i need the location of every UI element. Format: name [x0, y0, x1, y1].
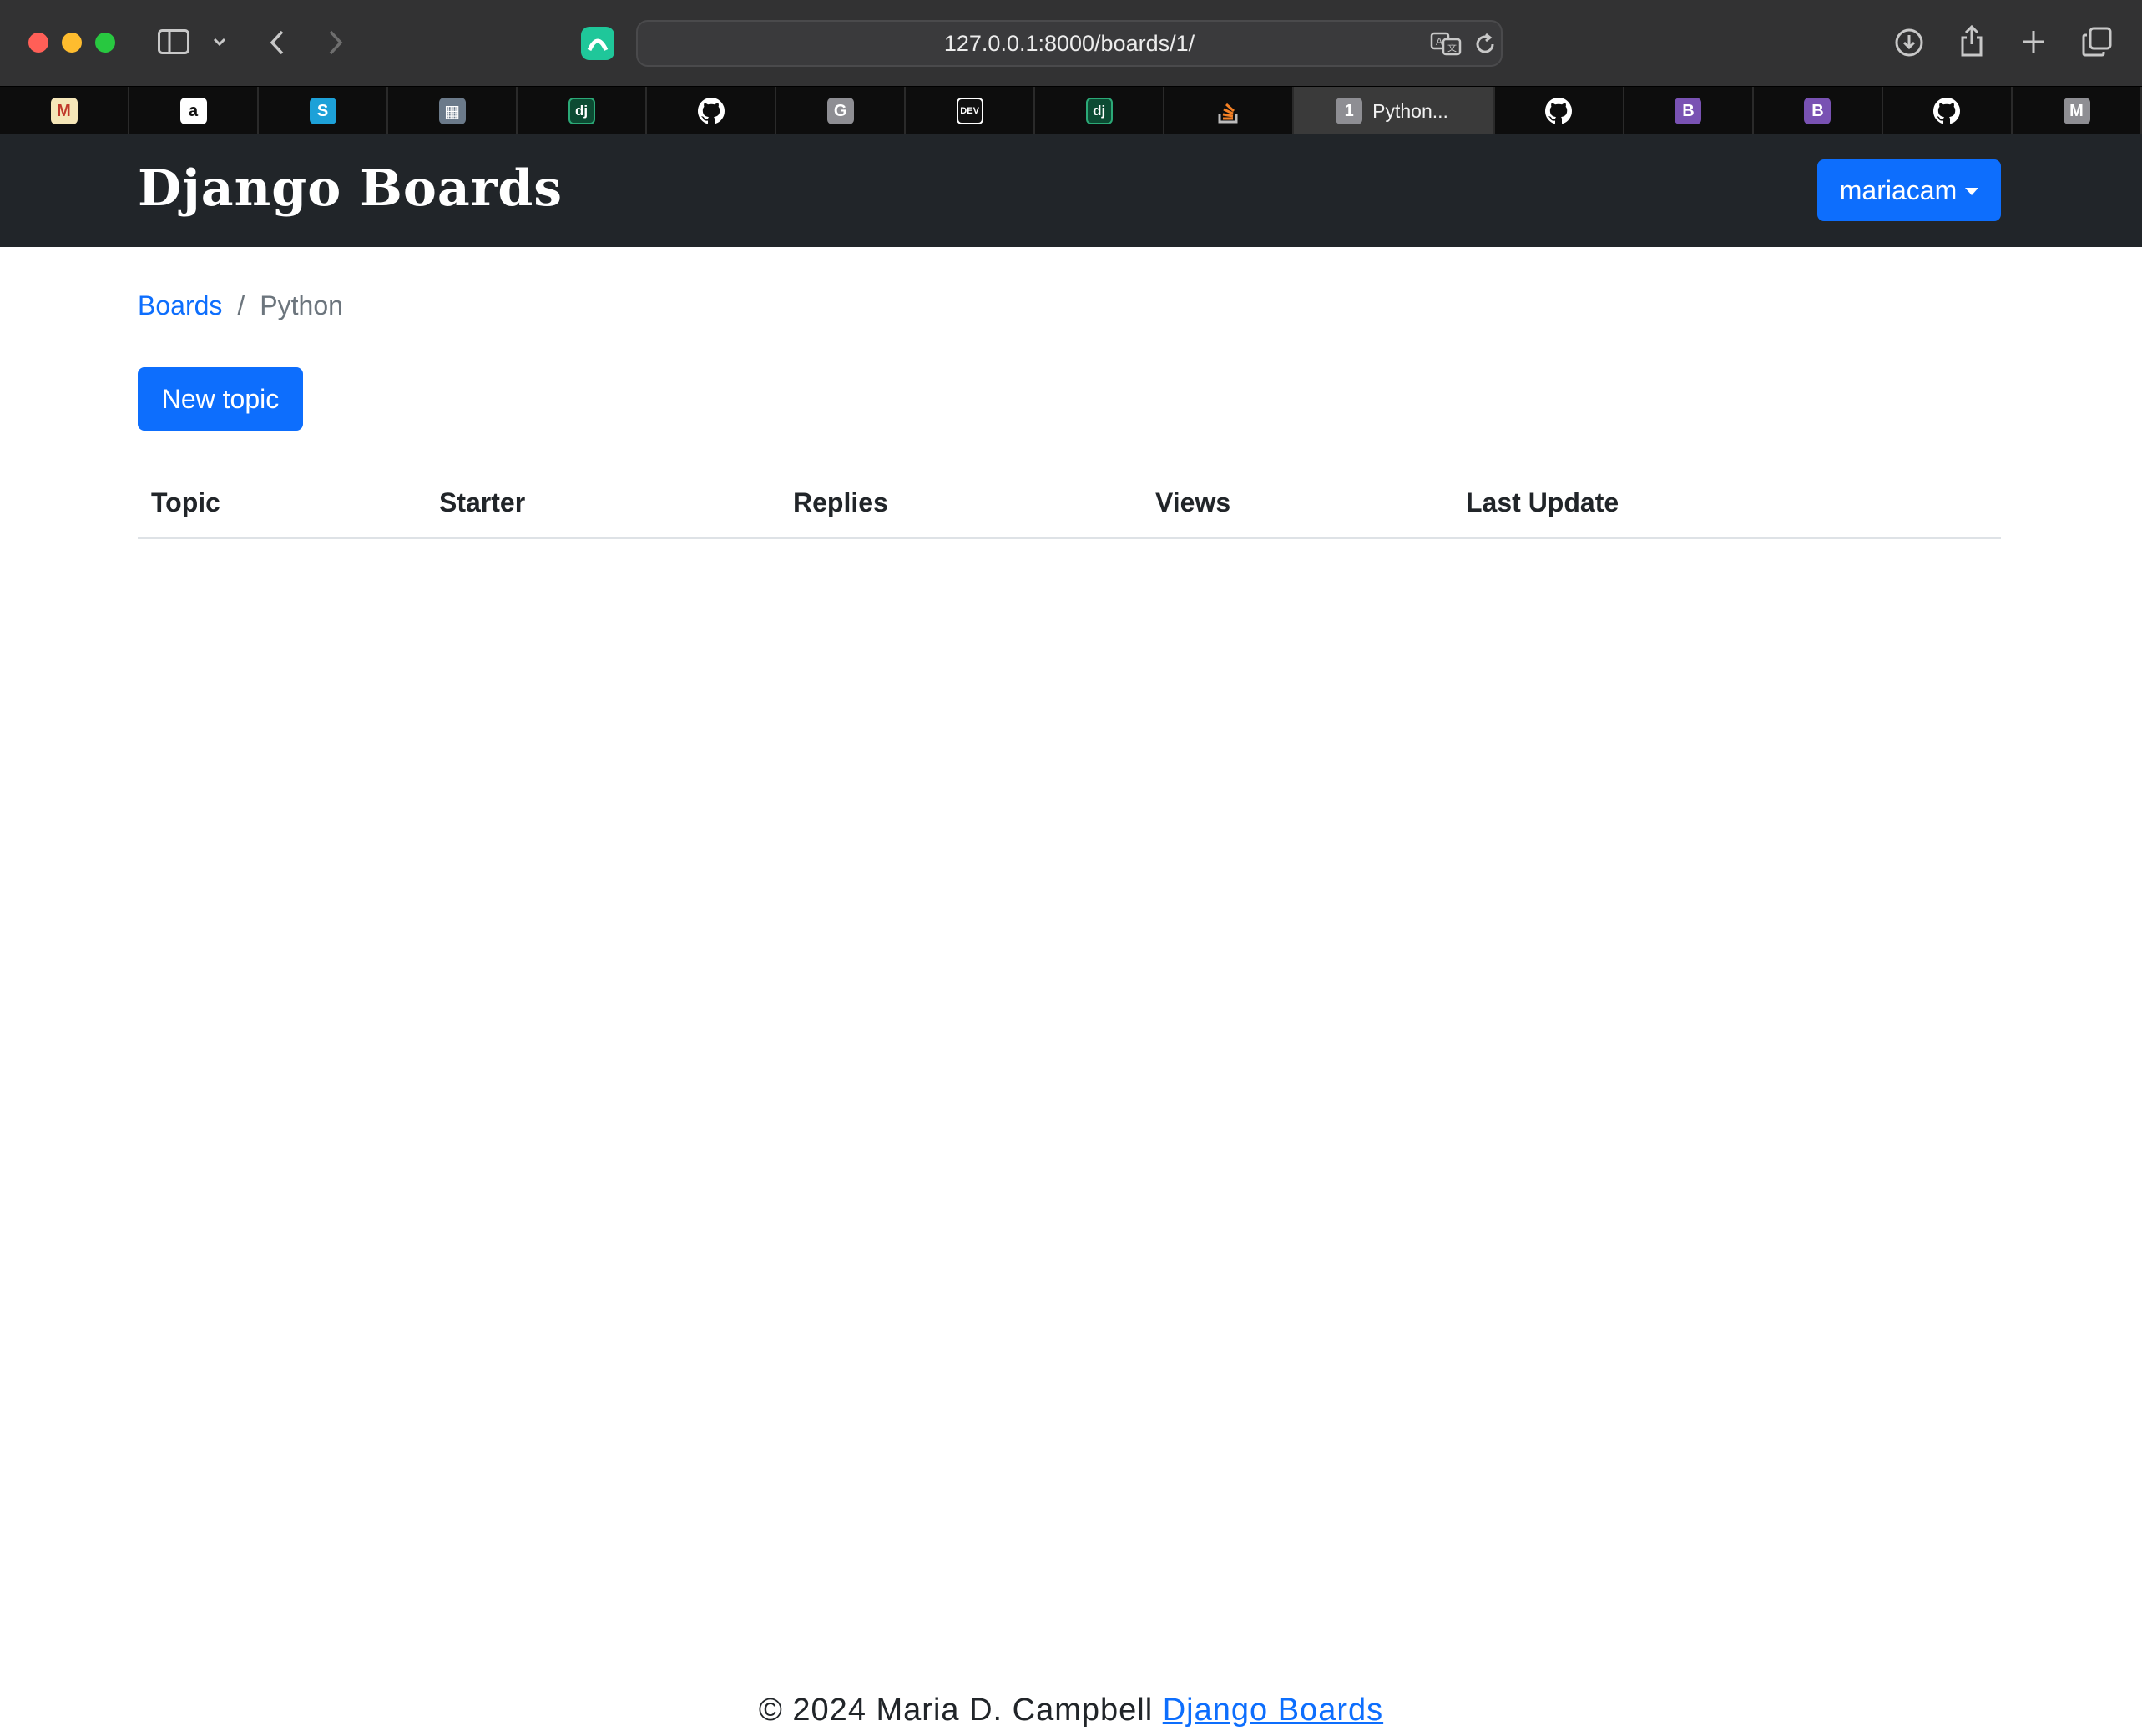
download-icon[interactable]	[1893, 27, 1925, 58]
translate-icon[interactable]: A文	[1429, 30, 1463, 57]
browser-tab-1[interactable]: M	[0, 87, 130, 135]
site-navbar: Django Boards mariacam	[0, 134, 2142, 247]
svg-text:文: 文	[1447, 42, 1457, 53]
browser-tab-4[interactable]: ▦	[388, 87, 518, 135]
topics-table-header: Topic Starter Replies Views Last Update	[138, 476, 2001, 539]
github-icon	[1933, 98, 1961, 124]
new-tab-icon[interactable]	[2018, 27, 2049, 57]
brand-logo[interactable]: Django Boards	[138, 159, 563, 218]
browser-toolbar: 127.0.0.1:8000/boards/1/ A文	[0, 0, 2142, 86]
github-icon	[697, 98, 725, 124]
column-header-last-update: Last Update	[1466, 487, 1619, 517]
svg-text:A: A	[1436, 36, 1443, 48]
forward-icon[interactable]	[324, 27, 347, 58]
tab-favicon-icon: dj	[568, 98, 595, 124]
browser-tab-2[interactable]: a	[129, 87, 260, 135]
column-header-starter: Starter	[439, 487, 526, 517]
tab-favicon-icon: G	[826, 98, 854, 124]
browser-tab-6[interactable]	[647, 87, 777, 135]
tab-favicon-icon: M	[2063, 98, 2090, 124]
breadcrumb-current: Python	[260, 290, 343, 320]
user-menu-button[interactable]: mariacam	[1817, 159, 2001, 221]
reload-icon[interactable]	[1473, 32, 1498, 57]
tab-favicon-icon: a	[179, 98, 207, 124]
close-window-button[interactable]	[28, 33, 48, 53]
page-footer: © 2024 Maria D. Campbell Django Boards	[0, 1693, 2142, 1728]
browser-tab-10[interactable]	[1164, 87, 1295, 135]
tab-favicon-icon: dj	[1085, 98, 1113, 124]
tab-strip: Ma S ▦ dj G DEV dj 1 Python... B B M	[0, 86, 2142, 135]
tab-favicon-icon: S	[309, 98, 336, 124]
minimize-window-button[interactable]	[62, 33, 82, 53]
browser-tab-11[interactable]: 1 Python...	[1294, 87, 1495, 135]
tab-favicon-icon: B	[1804, 98, 1831, 124]
browser-tab-7[interactable]: G	[776, 87, 907, 135]
tab-favicon-icon: DEV	[956, 98, 983, 124]
column-header-views: Views	[1155, 487, 1231, 517]
column-header-topic: Topic	[151, 487, 220, 517]
browser-tab-15[interactable]	[1883, 87, 2013, 135]
address-bar[interactable]: 127.0.0.1:8000/boards/1/ A文	[636, 20, 1503, 67]
tab-favicon-icon: 1	[1336, 98, 1363, 124]
browser-tab-9[interactable]: dj	[1035, 87, 1165, 135]
tab-favicon-icon: B	[1675, 98, 1702, 124]
tab-overview-icon[interactable]	[2080, 25, 2114, 58]
chevron-down-icon[interactable]	[210, 33, 229, 50]
browser-tab-16[interactable]: M	[2013, 87, 2142, 135]
tab-favicon-icon: ▦	[438, 98, 466, 124]
footer-copyright: © 2024 Maria D. Campbell	[758, 1693, 1154, 1728]
browser-tab-14[interactable]: B	[1754, 87, 1883, 135]
browser-tab-8[interactable]: DEV	[906, 87, 1036, 135]
sidebar-icon[interactable]	[157, 27, 190, 57]
back-icon[interactable]	[265, 27, 289, 58]
footer-link[interactable]: Django Boards	[1163, 1693, 1383, 1728]
breadcrumb-separator: /	[237, 290, 245, 320]
share-icon[interactable]	[1957, 23, 1987, 58]
browser-tab-5[interactable]: dj	[518, 87, 648, 135]
breadcrumb: Boards / Python	[138, 290, 343, 321]
user-menu-label: mariacam	[1839, 174, 1958, 205]
column-header-replies: Replies	[793, 487, 888, 517]
browser-tab-3[interactable]: S	[259, 87, 389, 135]
new-topic-button[interactable]: New topic	[138, 367, 303, 431]
caret-down-icon	[1965, 187, 1979, 195]
browser-tab-label: Python...	[1372, 99, 1448, 122]
address-url[interactable]: 127.0.0.1:8000/boards/1/	[638, 22, 1501, 65]
breadcrumb-boards-link[interactable]: Boards	[138, 290, 222, 321]
site-favicon-icon	[581, 27, 614, 60]
stackoverflow-icon	[1215, 98, 1242, 124]
tab-favicon-icon: M	[50, 98, 78, 124]
browser-tab-12[interactable]	[1495, 87, 1624, 135]
github-icon	[1545, 98, 1573, 124]
zoom-window-button[interactable]	[95, 33, 115, 53]
browser-tab-13[interactable]: B	[1624, 87, 1754, 135]
